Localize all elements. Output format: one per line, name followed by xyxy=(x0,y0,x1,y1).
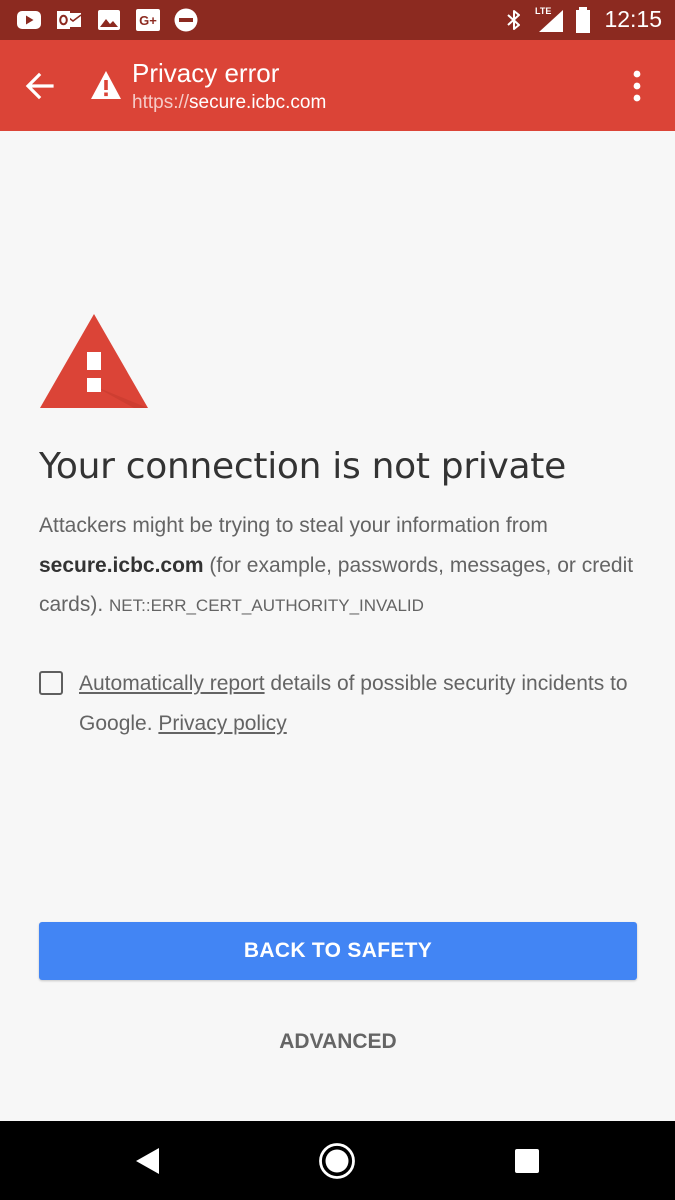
interstitial-heading: Your connection is not private xyxy=(39,446,566,487)
gallery-icon xyxy=(98,10,120,30)
home-circle-icon[interactable] xyxy=(317,1141,357,1181)
arrow-back-icon[interactable] xyxy=(20,66,60,106)
interstitial-description: Attackers might be trying to steal your … xyxy=(39,506,639,626)
bluetooth-icon xyxy=(507,10,520,30)
url-host: secure.icbc.com xyxy=(189,92,327,113)
error-code[interactable]: NET::ERR_CERT_AUTHORITY_INVALID xyxy=(109,596,424,615)
page-title: Privacy error xyxy=(132,58,280,88)
large-warning-icon xyxy=(40,314,148,408)
report-checkbox[interactable] xyxy=(39,671,63,695)
svg-text:G+: G+ xyxy=(139,13,157,28)
report-description: Automatically report details of possible… xyxy=(79,664,639,743)
description-host: secure.icbc.com xyxy=(39,553,204,577)
browser-toolbar: Privacy error https://secure.icbc.com xyxy=(0,40,675,131)
google-plus-icon: G+ xyxy=(136,9,160,31)
status-bar: G+ LTE 12:15 xyxy=(0,0,675,40)
do-not-disturb-icon xyxy=(174,8,198,32)
warning-icon xyxy=(91,71,121,99)
url-scheme: https:// xyxy=(132,92,190,113)
system-nav-bar xyxy=(0,1121,675,1200)
description-intro: Attackers might be trying to steal your … xyxy=(39,514,548,537)
automatically-report-link[interactable]: Automatically report xyxy=(79,672,265,695)
back-triangle-icon[interactable] xyxy=(128,1141,168,1181)
back-to-safety-button[interactable]: BACK TO SAFETY xyxy=(39,922,637,980)
advanced-button[interactable]: ADVANCED xyxy=(238,1022,438,1062)
recents-square-icon[interactable] xyxy=(507,1141,547,1181)
url-display[interactable]: https://secure.icbc.com xyxy=(132,92,326,114)
lte-signal-icon: LTE xyxy=(533,6,565,34)
status-time: 12:15 xyxy=(604,6,662,32)
battery-icon xyxy=(576,7,590,33)
more-vert-icon[interactable] xyxy=(625,68,649,104)
privacy-policy-link[interactable]: Privacy policy xyxy=(158,712,286,735)
outlook-icon xyxy=(57,11,82,29)
youtube-icon xyxy=(17,11,41,29)
